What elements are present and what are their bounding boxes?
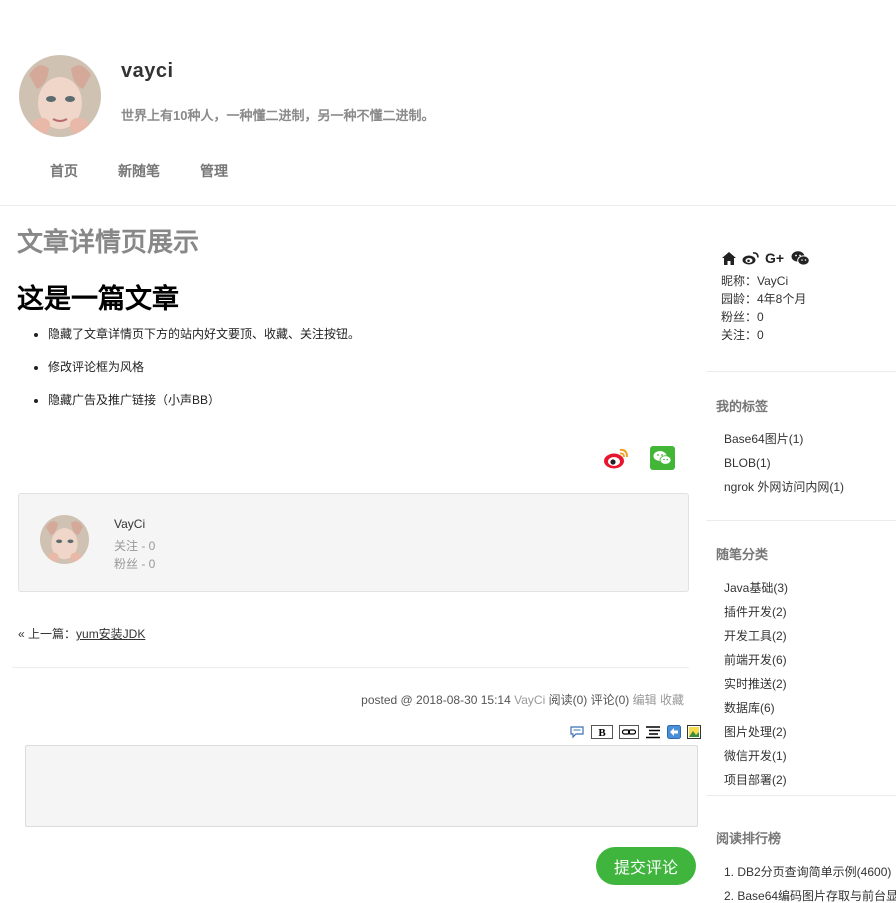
edit-link[interactable]: 编辑: [633, 693, 657, 707]
page-title[interactable]: 文章详情页展示: [17, 222, 199, 259]
list-item[interactable]: 数据库(6): [724, 700, 788, 724]
weibo-share-icon[interactable]: [603, 446, 629, 470]
comment-count[interactable]: 评论(0): [591, 693, 630, 707]
svg-text:G+: G+: [765, 251, 784, 265]
categories-list: Java基础(3) 插件开发(2) 开发工具(2) 前端开发(6) 实时推送(2…: [724, 580, 788, 796]
nav-new-post[interactable]: 新随笔: [118, 161, 160, 181]
list-item[interactable]: ngrok 外网访问内网(1): [724, 479, 844, 503]
list-item[interactable]: 1. DB2分页查询简单示例(4600): [724, 864, 896, 888]
read-count: 阅读(0): [548, 693, 588, 707]
post-author-link[interactable]: VayCi: [514, 693, 545, 707]
link-icon[interactable]: [619, 724, 639, 740]
list-item: 隐藏广告及推广链接（小声BB）: [48, 394, 360, 407]
author-card: VayCi 关注 - 0 粉丝 - 0: [18, 493, 689, 592]
author-avatar[interactable]: [40, 515, 89, 564]
weibo-icon[interactable]: [742, 251, 759, 265]
list-item[interactable]: 微信开发(1): [724, 748, 788, 772]
google-plus-icon[interactable]: G+: [765, 251, 785, 265]
blog-tagline: 世界上有10种人，一种懂二进制，另一种不懂二进制。: [121, 108, 435, 123]
bold-icon[interactable]: B: [591, 724, 613, 740]
list-item[interactable]: Java基础(3): [724, 580, 788, 604]
post-date: posted @ 2018-08-30 15:14: [361, 693, 511, 707]
divider: [706, 520, 896, 521]
wechat-icon[interactable]: [791, 250, 810, 266]
svg-text:B: B: [598, 727, 606, 739]
ranking-heading: 阅读排行榜: [716, 831, 782, 846]
image-icon[interactable]: [687, 724, 701, 740]
tags-heading: 我的标签: [716, 399, 769, 414]
social-links: G+: [722, 250, 816, 266]
ranking-list: 1. DB2分页查询简单示例(4600) 2. Base64编码图片存取与前台显…: [724, 864, 896, 903]
wechat-share-icon[interactable]: [650, 446, 675, 470]
post-meta: posted @ 2018-08-30 15:14 VayCi 阅读(0) 评论…: [361, 691, 684, 708]
list-item[interactable]: 项目部署(2): [724, 772, 788, 796]
code-icon[interactable]: [645, 724, 661, 740]
prev-post-prefix: « 上一篇：: [18, 627, 77, 641]
list-item[interactable]: 2. Base64编码图片存取与前台显示: [724, 888, 896, 903]
reply-icon[interactable]: [667, 724, 681, 740]
list-item[interactable]: 插件开发(2): [724, 604, 788, 628]
list-item[interactable]: Base64图片(1): [724, 431, 844, 455]
comment-toolbar: B: [569, 724, 707, 740]
home-icon[interactable]: [722, 251, 736, 265]
list-item[interactable]: BLOB(1): [724, 455, 844, 479]
list-item: 修改评论框为风格: [48, 361, 360, 374]
comment-textarea[interactable]: [25, 745, 698, 827]
list-item[interactable]: 开发工具(2): [724, 628, 788, 652]
blog-header: vayci 世界上有10种人，一种懂二进制，另一种不懂二进制。 首页 新随笔 管…: [0, 0, 896, 206]
author-fans-count[interactable]: 粉丝 - 0: [114, 555, 155, 572]
post-title: 这是一篇文章: [17, 284, 179, 314]
nav-admin[interactable]: 管理: [200, 161, 228, 181]
list-item[interactable]: 前端开发(6): [724, 652, 788, 676]
prev-post-link[interactable]: yum安装JDK: [76, 627, 145, 641]
prev-post-nav: « 上一篇：yum安装JDK: [18, 625, 145, 642]
author-name[interactable]: VayCi: [114, 517, 145, 531]
categories-heading: 随笔分类: [716, 547, 769, 562]
divider: [706, 371, 896, 372]
blog-name[interactable]: vayci: [121, 60, 174, 83]
list-item: 隐藏了文章详情页下方的站内好文要顶、收藏、关注按钮。: [48, 328, 360, 341]
profile-age[interactable]: 园龄：4年8个月: [721, 290, 806, 307]
tags-list: Base64图片(1) BLOB(1) ngrok 外网访问内网(1): [724, 431, 844, 503]
profile-fans[interactable]: 粉丝：0: [721, 308, 764, 325]
quote-icon[interactable]: [569, 724, 585, 740]
nav-home[interactable]: 首页: [50, 161, 78, 181]
collect-link[interactable]: 收藏: [660, 693, 684, 707]
list-item[interactable]: 图片处理(2): [724, 724, 788, 748]
sidebar: G+ 昵称：VayCi 园龄：4年8个月 粉丝：0 关注：0 我的标签 Base…: [706, 206, 896, 903]
list-item[interactable]: 实时推送(2): [724, 676, 788, 700]
submit-comment-button[interactable]: 提交评论: [596, 847, 696, 885]
profile-follow[interactable]: 关注：0: [721, 326, 764, 343]
blog-avatar[interactable]: [19, 55, 101, 137]
profile-nickname[interactable]: 昵称：VayCi: [721, 272, 788, 289]
divider: [12, 667, 689, 668]
divider: [706, 795, 896, 796]
main-nav: 首页 新随笔 管理: [50, 161, 268, 181]
author-follow-count[interactable]: 关注 - 0: [114, 537, 155, 554]
post-bullet-list: 隐藏了文章详情页下方的站内好文要顶、收藏、关注按钮。 修改评论框为风格 隐藏广告…: [48, 328, 360, 427]
